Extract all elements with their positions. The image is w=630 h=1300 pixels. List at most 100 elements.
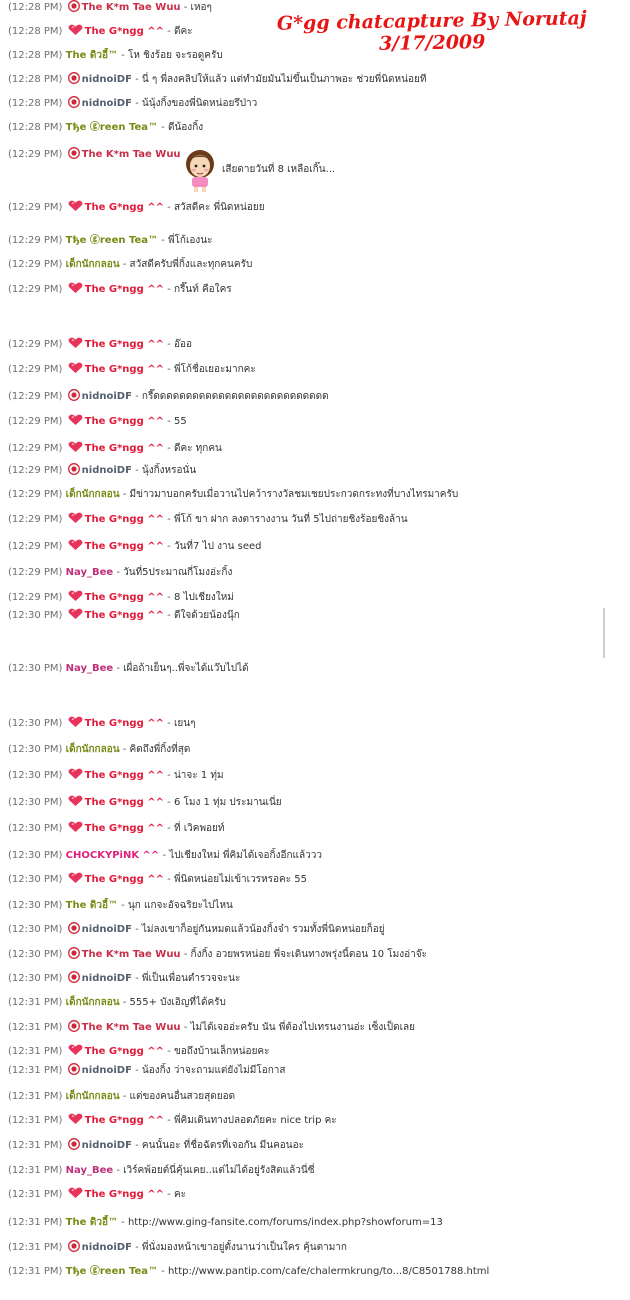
- message-timestamp: (12:28 PM): [8, 2, 63, 13]
- message-timestamp: (12:30 PM): [8, 718, 63, 729]
- message-link[interactable]: http://www.ging-fansite.com/forums/index…: [128, 1217, 443, 1228]
- sender-name: CHOCKYPiNK ^^: [65, 850, 160, 861]
- message-text: เผื่อถ้าเย็นๆ..พี่จะได้แว๊บไปได้: [123, 663, 249, 674]
- heart-icon: [68, 795, 83, 807]
- separator: -: [158, 122, 168, 133]
- separator: -: [163, 284, 174, 295]
- message-text: กรี๊ดดดดดดดดดดดดดดดดดดดดดดดดดดด: [141, 391, 329, 402]
- message-timestamp: (12:28 PM): [8, 74, 63, 85]
- sender-name: The G*ngg ^^: [84, 26, 164, 37]
- message-link[interactable]: http://www.pantip.com/cafe/chalermkrung/…: [168, 1266, 489, 1277]
- message-timestamp: (12:31 PM): [8, 1140, 63, 1151]
- separator: -: [163, 797, 174, 808]
- chat-message: (12:29 PM) The G*ngg ^^ - อ๊ออ: [8, 337, 624, 353]
- sender-name: The G*ngg ^^: [84, 541, 164, 552]
- sender-name: The G*ngg ^^: [84, 1115, 164, 1126]
- heart-icon: [68, 362, 83, 374]
- chat-message: (12:29 PM) The G*ngg ^^ - กรี๊นท์ คือใคร: [8, 282, 624, 298]
- separator: -: [113, 1165, 124, 1176]
- sender-name: nidnoiDF: [81, 1065, 132, 1076]
- sender-name: เด็กนักกลอน: [65, 489, 120, 500]
- heart-icon: [68, 590, 83, 602]
- message-timestamp: (12:29 PM): [8, 416, 63, 427]
- chat-message: (12:30 PM) nidnoiDF - พี่เป็นเพื่อนตำรวจ…: [8, 971, 624, 987]
- heart-icon: [68, 1044, 83, 1056]
- chat-message: (12:31 PM) The G*ngg ^^ - คะ: [8, 1187, 624, 1203]
- message-timestamp: (12:28 PM): [8, 26, 63, 37]
- chat-message: (12:28 PM) Tђe ⓖreen Tea™ - ดีน้องกิ้ง: [8, 120, 624, 136]
- sender-name: The G*ngg ^^: [84, 202, 164, 213]
- chat-message: (12:31 PM) The G*ngg ^^ - ขอถึงบ้านเล็กห…: [8, 1044, 624, 1060]
- message-text: เยนๆ: [173, 718, 196, 729]
- chat-message: (12:31 PM) เด็กนักกลอน - 555+ บังเอิญที่…: [8, 995, 624, 1011]
- smiley-icon: [67, 1138, 80, 1150]
- sender-name: Nay_Bee: [65, 663, 114, 674]
- smiley-icon: [67, 1240, 80, 1252]
- separator: -: [131, 1065, 142, 1076]
- message-timestamp: (12:31 PM): [8, 1022, 63, 1033]
- message-text: โห ชิงร้อย จะรอดูครับ: [127, 50, 223, 61]
- sender-name: The G*ngg ^^: [84, 1046, 164, 1057]
- sender-name: Nay_Bee: [65, 1165, 114, 1176]
- sender-name: The ดิวอี้™: [65, 900, 118, 911]
- smiley-icon: [67, 96, 80, 108]
- message-timestamp: (12:30 PM): [8, 663, 63, 674]
- sender-name: The G*ngg ^^: [84, 823, 164, 834]
- message-timestamp: (12:31 PM): [8, 1266, 63, 1277]
- message-text: แต่ของคนอื่นสวยสุดยอด: [129, 1091, 236, 1102]
- message-timestamp: (12:30 PM): [8, 770, 63, 781]
- chat-message: (12:29 PM) The G*ngg ^^ - พี่โก้ ขา ฝาก …: [8, 512, 624, 528]
- message-timestamp: (12:31 PM): [8, 997, 63, 1008]
- message-text: 55: [173, 416, 187, 427]
- chat-message: (12:30 PM) เด็กนักกลอน - คิดถึงพี่กิ้งที…: [8, 742, 624, 758]
- chat-message: (12:30 PM) The G*ngg ^^ - เยนๆ: [8, 716, 624, 732]
- separator: -: [131, 98, 142, 109]
- chat-message: (12:28 PM) The K*m Tae Wuu - เหอๆ: [8, 0, 624, 16]
- separator: -: [131, 973, 142, 984]
- message-text: เหอๆ: [190, 2, 212, 13]
- heart-icon: [68, 200, 83, 212]
- message-timestamp: (12:30 PM): [8, 973, 63, 984]
- message-timestamp: (12:31 PM): [8, 1115, 63, 1126]
- separator: -: [113, 567, 124, 578]
- sender-name: Nay_Bee: [65, 567, 114, 578]
- separator: -: [163, 443, 174, 454]
- message-text: นี่ ๆ พี่ลงคลิปให้แล้ว แต่ทำมัยมันไม่ขึ้…: [141, 74, 427, 85]
- chat-message: (12:31 PM) nidnoiDF - พี่นั่งมองหน้าเขาอ…: [8, 1240, 624, 1256]
- chat-message: (12:30 PM) nidnoiDF - ไม่ลงเขาก็อยู่กันห…: [8, 922, 624, 938]
- smiley-icon: [67, 922, 80, 934]
- message-timestamp: (12:29 PM): [8, 443, 63, 454]
- chat-message: (12:30 PM) The G*ngg ^^ - พี่นิดหน่อยไม่…: [8, 872, 624, 888]
- sender-name: The G*ngg ^^: [84, 770, 164, 781]
- separator: -: [119, 259, 130, 270]
- heart-icon: [68, 282, 83, 294]
- message-text: นุ้งกิ้งหรอนั่น: [141, 465, 197, 476]
- message-text: ที่ เวิคพอยท์: [173, 823, 225, 834]
- sender-name: The G*ngg ^^: [84, 339, 164, 350]
- sender-name: The G*ngg ^^: [84, 592, 164, 603]
- message-text: พี่นั่งมองหน้าเขาอยู่ตั้งนานว่าเป็นใคร ค…: [141, 1242, 347, 1253]
- sender-name: เด็กนักกลอน: [65, 259, 120, 270]
- message-text: เสียดายวันที่ 8 เหลือเกิ๊น...: [222, 164, 336, 175]
- message-timestamp: (12:28 PM): [8, 122, 63, 133]
- message-text: พี่โก้เองนะ: [167, 235, 213, 246]
- message-timestamp: (12:28 PM): [8, 50, 63, 61]
- separator: -: [163, 718, 174, 729]
- sender-name: The K*m Tae Wuu: [81, 149, 181, 160]
- smiley-icon: [67, 971, 80, 983]
- separator: -: [131, 465, 142, 476]
- chat-message: (12:31 PM) The ดิวอี้™ - http://www.ging…: [8, 1215, 624, 1231]
- chat-message: (12:29 PM) The G*ngg ^^ - 55: [8, 414, 624, 430]
- separator: -: [131, 391, 142, 402]
- heart-icon: [68, 608, 83, 620]
- message-text: ดีคะ ทุกคน: [173, 443, 222, 454]
- message-text: ดีคะ: [173, 26, 193, 37]
- message-timestamp: (12:29 PM): [8, 339, 63, 350]
- message-timestamp: (12:29 PM): [8, 235, 63, 246]
- chat-log: (12:28 PM) The K*m Tae Wuu - เหอๆ (12:28 …: [0, 0, 630, 1300]
- chat-message: (12:30 PM) The G*ngg ^^ - 6 โมง 1 ทุ่ม ป…: [8, 795, 624, 811]
- separator: -: [163, 339, 174, 350]
- separator: -: [117, 900, 128, 911]
- chat-message: (12:31 PM) nidnoiDF - น้องกิ้ง ว่าจะถามแ…: [8, 1063, 624, 1079]
- chat-message: (12:29 PM) The G*ngg ^^ - พี่โก้ชื่อเยอะ…: [8, 362, 624, 378]
